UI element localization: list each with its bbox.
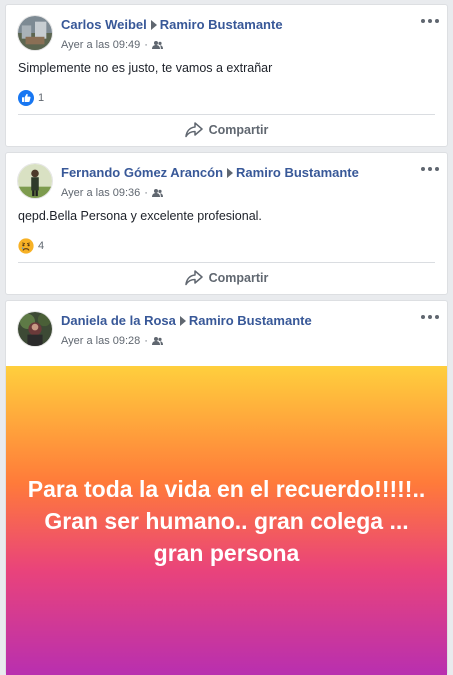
share-icon (184, 270, 203, 286)
post-text: qepd.Bella Persona y excelente profesion… (18, 209, 262, 223)
target-name[interactable]: Ramiro Bustamante (236, 165, 359, 180)
more-options-icon[interactable] (421, 163, 439, 175)
post-text: Simplemente no es justo, te vamos a extr… (18, 61, 273, 75)
post-timestamp[interactable]: Ayer a las 09:28 (61, 335, 140, 347)
reactions-summary[interactable]: 4 (18, 237, 44, 255)
post-header: Fernando Gómez Arancón Ramiro Bustamante … (6, 153, 447, 203)
reactions-summary[interactable]: 1 (18, 89, 44, 107)
avatar-photo-icon (18, 16, 52, 50)
avatar-photo-icon (18, 164, 52, 198)
post-meta: Ayer a las 09:28 · (61, 334, 163, 348)
share-button[interactable]: Compartir (6, 265, 447, 291)
news-feed: Carlos Weibel Ramiro Bustamante Ayer a la… (0, 0, 453, 675)
author-name[interactable]: Daniela de la Rosa (61, 313, 176, 328)
colored-background-post: Para toda la vida en el recuerdo!!!!!.. … (6, 366, 447, 675)
post-author-line: Daniela de la Rosa Ramiro Bustamante (61, 312, 312, 329)
meta-separator: · (144, 39, 148, 51)
post-timestamp[interactable]: Ayer a las 09:49 (61, 39, 140, 51)
post-card: Carlos Weibel Ramiro Bustamante Ayer a la… (5, 4, 448, 147)
divider (18, 262, 435, 263)
caret-right-icon (227, 168, 234, 179)
share-button[interactable]: Compartir (6, 117, 447, 143)
post-author-line: Fernando Gómez Arancón Ramiro Bustamante (61, 164, 359, 181)
avatar-photo-icon (18, 312, 52, 346)
reaction-count: 4 (38, 240, 45, 252)
post-meta: Ayer a las 09:36 · (61, 186, 163, 200)
post-meta: Ayer a las 09:49 · (61, 38, 163, 52)
avatar[interactable] (17, 311, 53, 347)
more-options-icon[interactable] (421, 15, 439, 27)
post-author-line: Carlos Weibel Ramiro Bustamante (61, 16, 283, 33)
avatar[interactable] (17, 15, 53, 51)
target-name[interactable]: Ramiro Bustamante (160, 17, 283, 32)
reaction-count: 1 (38, 92, 45, 104)
post-card: Daniela de la Rosa Ramiro Bustamante Ayer… (5, 300, 448, 675)
share-icon (184, 122, 203, 138)
like-icon (18, 90, 34, 106)
friends-icon[interactable] (151, 336, 163, 346)
share-label: Compartir (208, 123, 269, 137)
sad-icon (18, 238, 34, 254)
target-name[interactable]: Ramiro Bustamante (189, 313, 312, 328)
friends-icon[interactable] (151, 40, 163, 50)
friends-icon[interactable] (151, 188, 163, 198)
post-card: Fernando Gómez Arancón Ramiro Bustamante … (5, 152, 448, 295)
meta-separator: · (144, 335, 148, 347)
post-header: Carlos Weibel Ramiro Bustamante Ayer a la… (6, 5, 447, 55)
caret-right-icon (179, 316, 186, 327)
caret-right-icon (150, 20, 157, 31)
share-label: Compartir (208, 271, 269, 285)
author-name[interactable]: Fernando Gómez Arancón (61, 165, 223, 180)
banner-text: Para toda la vida en el recuerdo!!!!!.. … (27, 476, 426, 566)
avatar[interactable] (17, 163, 53, 199)
divider (18, 114, 435, 115)
more-options-icon[interactable] (421, 311, 439, 323)
post-timestamp[interactable]: Ayer a las 09:36 (61, 187, 140, 199)
meta-separator: · (144, 187, 148, 199)
author-name[interactable]: Carlos Weibel (61, 17, 147, 32)
post-header: Daniela de la Rosa Ramiro Bustamante Ayer… (6, 301, 447, 351)
